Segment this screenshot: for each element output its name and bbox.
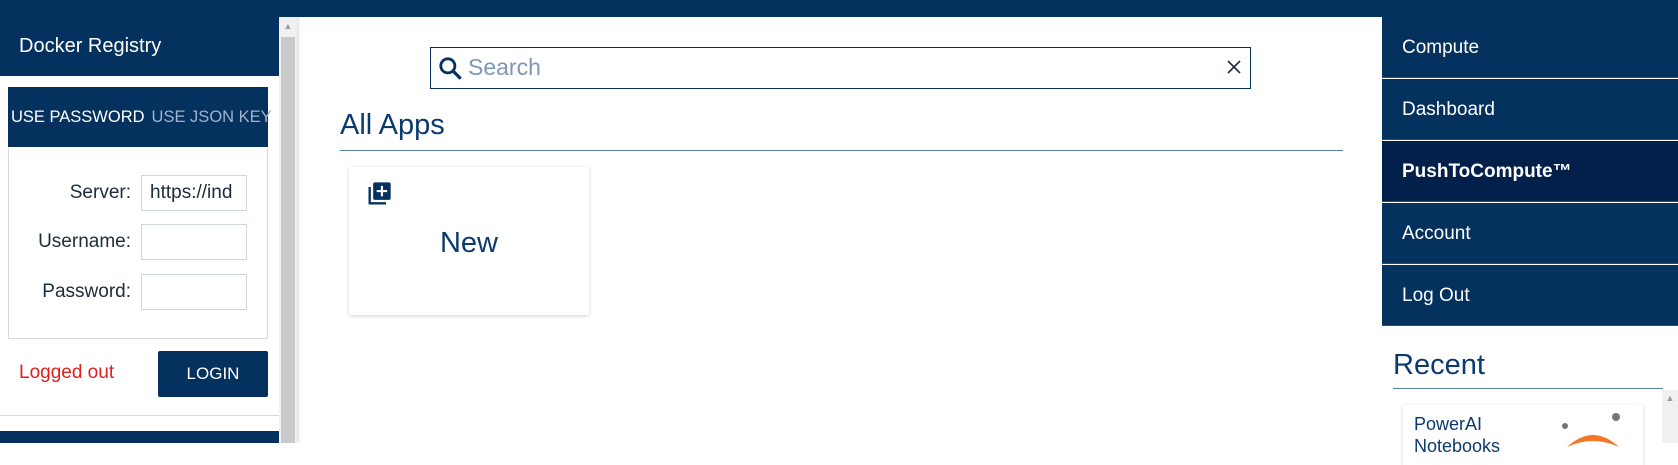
section-divider bbox=[340, 150, 1343, 151]
divider bbox=[0, 415, 279, 416]
recent-card-name: PowerAI bbox=[1414, 414, 1483, 434]
login-button[interactable]: LOGIN bbox=[158, 351, 268, 397]
app-card-label: New bbox=[439, 227, 498, 259]
right-scrollbar[interactable]: ▲ bbox=[1662, 390, 1678, 443]
server-label: Server: bbox=[69, 182, 131, 203]
recent-card-title: PowerAI Notebooks bbox=[1414, 413, 1554, 457]
tab-use-password[interactable]: USE PASSWORD bbox=[8, 108, 149, 127]
server-field[interactable] bbox=[141, 175, 247, 211]
top-bar bbox=[0, 0, 1678, 17]
login-status: Logged out bbox=[19, 362, 115, 383]
username-label: Username: bbox=[38, 231, 131, 252]
docker-registry-panel: Docker Registry USE PASSWORD USE JSON KE… bbox=[0, 17, 279, 443]
nav-item-pushtocompute[interactable]: PushToCompute™ bbox=[1382, 141, 1678, 202]
password-label: Password: bbox=[42, 281, 131, 302]
recent-card-subtitle: Notebooks bbox=[1414, 436, 1501, 456]
nav-item-compute[interactable]: Compute bbox=[1382, 17, 1678, 78]
password-field[interactable] bbox=[141, 274, 247, 310]
password-row: Password: bbox=[9, 274, 269, 310]
close-icon[interactable] bbox=[1225, 58, 1243, 76]
scrollbar-thumb[interactable] bbox=[281, 37, 295, 443]
search-bar bbox=[430, 47, 1251, 89]
username-field[interactable] bbox=[141, 224, 247, 260]
nav-item-log-out[interactable]: Log Out bbox=[1382, 265, 1678, 326]
credential-tabs: USE PASSWORD USE JSON KEY bbox=[8, 87, 272, 147]
credentials-form: Server: Username: Password: bbox=[8, 148, 268, 339]
nav-item-account[interactable]: Account bbox=[1382, 203, 1678, 264]
recent-divider bbox=[1393, 388, 1663, 389]
server-row: Server: bbox=[9, 175, 269, 211]
username-row: Username: bbox=[9, 224, 269, 260]
search-input[interactable] bbox=[465, 48, 1208, 87]
search-icon bbox=[439, 57, 462, 80]
nav-item-dashboard[interactable]: Dashboard bbox=[1382, 79, 1678, 140]
new-app-card[interactable]: New bbox=[349, 167, 589, 315]
scroll-up-arrow-icon[interactable]: ▲ bbox=[279, 17, 297, 35]
recent-app-card[interactable]: PowerAI Notebooks bbox=[1403, 405, 1643, 465]
docker-registry-title: Docker Registry bbox=[0, 17, 279, 76]
next-panel-header bbox=[0, 431, 279, 443]
scroll-up-arrow-icon[interactable]: ▲ bbox=[1662, 390, 1678, 406]
recent-title: Recent bbox=[1393, 349, 1485, 381]
add-library-icon bbox=[368, 182, 391, 205]
left-scrollbar[interactable]: ▲ bbox=[279, 17, 297, 443]
right-sidebar: Compute Dashboard PushToCompute™ Account… bbox=[1382, 17, 1678, 443]
jupyter-logo-icon bbox=[1562, 413, 1620, 447]
section-title: All Apps bbox=[340, 109, 445, 141]
panel-shadow bbox=[297, 17, 301, 443]
tab-use-json-key[interactable]: USE JSON KEY bbox=[149, 108, 276, 127]
